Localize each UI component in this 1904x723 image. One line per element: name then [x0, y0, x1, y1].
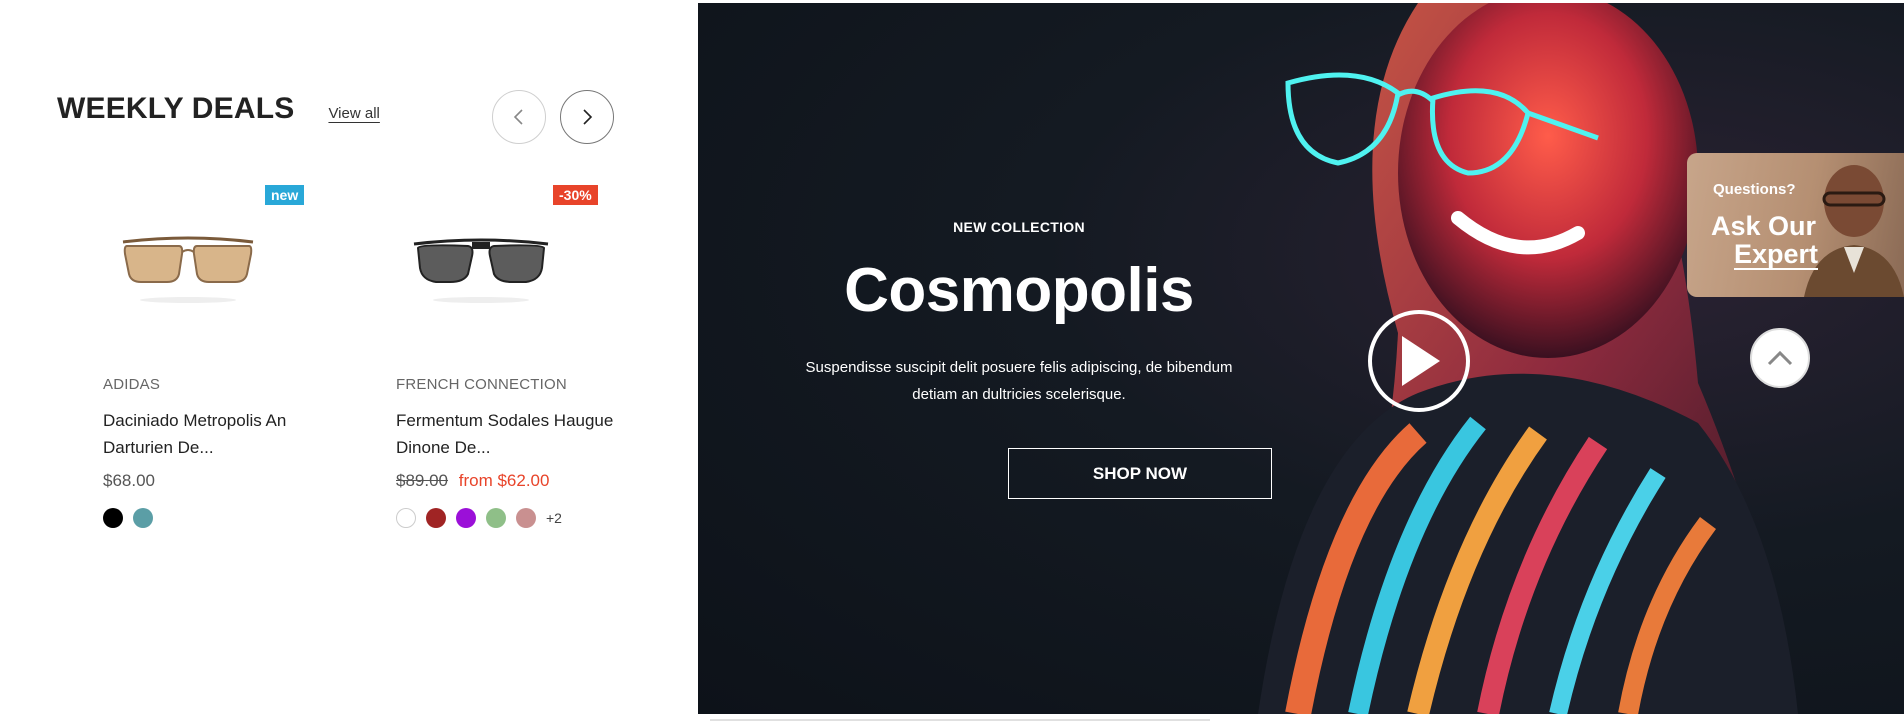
color-swatches: +2: [396, 508, 636, 528]
product-image[interactable]: new: [103, 185, 305, 335]
product-image[interactable]: -30%: [396, 185, 598, 335]
chevron-up-icon: [1767, 350, 1793, 366]
hero-banner: NEW COLLECTION Cosmopolis Suspendisse su…: [698, 3, 1904, 714]
expert-line-2: Expert: [1734, 239, 1819, 270]
sale-badge: -30%: [553, 185, 598, 205]
sunglasses-image: [122, 236, 254, 303]
play-icon: [1402, 336, 1440, 386]
carousel-next-button[interactable]: [560, 90, 614, 144]
product-sale-price: from $62.00: [458, 471, 550, 490]
product-brand: FRENCH CONNECTION: [396, 376, 567, 393]
scroll-to-top-button[interactable]: [1750, 328, 1810, 388]
swatch-black[interactable]: [103, 508, 123, 528]
product-name[interactable]: Daciniado Metropolis An Darturien De...: [103, 407, 343, 461]
deals-header: WEEKLY DEALS View all: [57, 92, 380, 126]
product-card[interactable]: -30% FRENCH CONNECTION Fermentum Sodales…: [396, 185, 636, 528]
hero-description: Suspendisse suscipit delit posuere felis…: [805, 359, 1233, 403]
swatch-green[interactable]: [486, 508, 506, 528]
product-price: $68.00: [103, 471, 155, 490]
carousel-prev-button[interactable]: [492, 90, 546, 144]
product-price-row: $89.00 from $62.00: [396, 471, 636, 491]
hero-headline: Cosmopolis: [844, 256, 1194, 325]
ask-expert-widget[interactable]: Questions? Ask Our Expert: [1687, 153, 1904, 297]
swatch-red[interactable]: [426, 508, 446, 528]
swatch-pink[interactable]: [516, 508, 536, 528]
more-swatches[interactable]: +2: [546, 510, 562, 526]
view-all-link[interactable]: View all: [328, 105, 379, 122]
chevron-left-icon: [513, 109, 523, 125]
weekly-deals-section: WEEKLY DEALS View all new ADIDAS Dacinia…: [0, 0, 698, 723]
product-name[interactable]: Fermentum Sodales Haugue Dinone De...: [396, 407, 636, 461]
swatch-teal[interactable]: [133, 508, 153, 528]
chevron-right-icon: [583, 109, 593, 125]
swatch-purple[interactable]: [456, 508, 476, 528]
deals-title: WEEKLY DEALS: [57, 92, 295, 125]
swatch-white[interactable]: [396, 508, 416, 528]
color-swatches: [103, 508, 343, 528]
new-badge: new: [265, 185, 305, 205]
product-old-price: $89.00: [396, 471, 448, 490]
divider: [710, 719, 1210, 721]
expert-line-1: Ask Our: [1711, 211, 1817, 241]
play-video-button[interactable]: [1368, 310, 1470, 412]
sunglasses-image: [413, 238, 549, 303]
hero-eyebrow: NEW COLLECTION: [953, 219, 1085, 235]
product-card[interactable]: new ADIDAS Daciniado Metropolis An Dartu…: [103, 185, 343, 528]
product-brand: ADIDAS: [103, 376, 161, 393]
product-price-row: $68.00: [103, 471, 343, 491]
shop-now-button[interactable]: SHOP NOW: [1008, 448, 1272, 499]
expert-question: Questions?: [1713, 181, 1796, 198]
